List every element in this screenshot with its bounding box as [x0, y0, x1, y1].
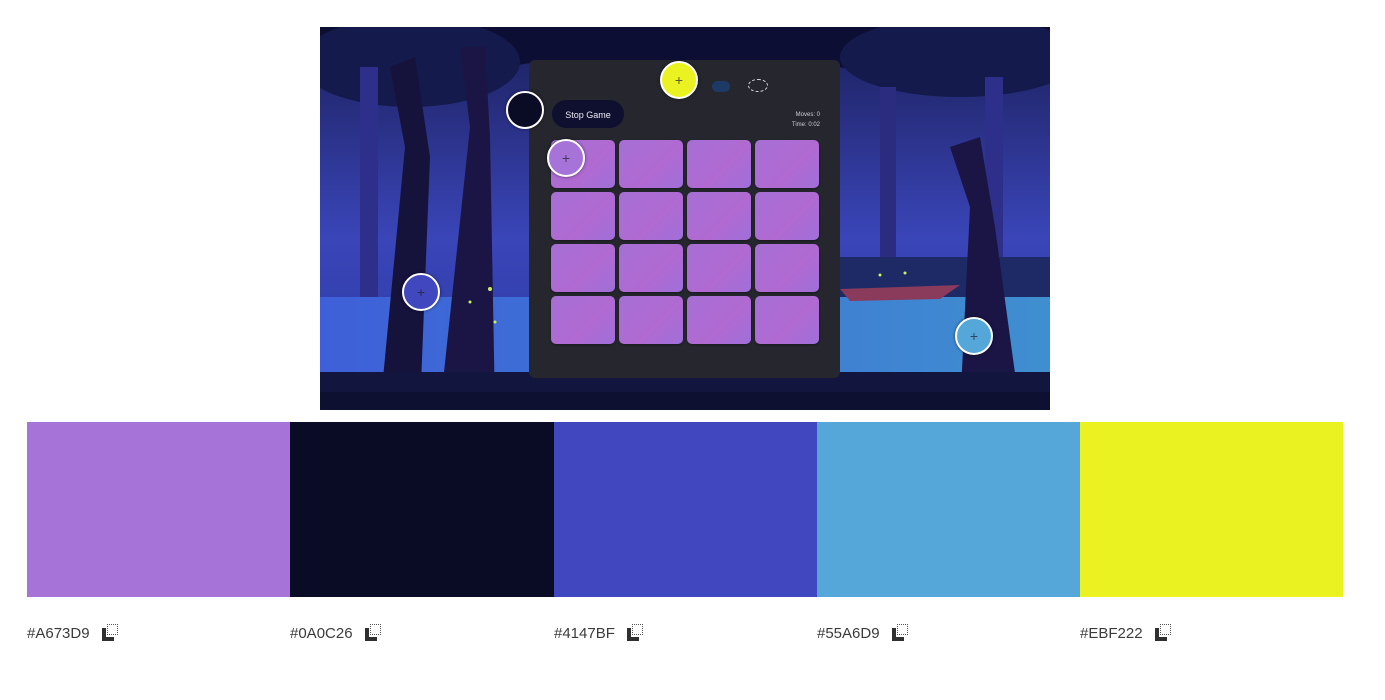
plus-crosshair-icon: + — [561, 150, 571, 166]
memory-card[interactable] — [551, 296, 615, 344]
memory-card[interactable] — [755, 192, 819, 240]
hex-row-4: #55A6D9 — [817, 624, 912, 642]
game-stats: Moves: 0 Time: 0:02 — [792, 110, 820, 130]
sound-toggle-icon[interactable] — [712, 81, 730, 92]
memory-card[interactable] — [551, 192, 615, 240]
color-picker-yellow[interactable]: + — [660, 61, 698, 99]
hex-code: #EBF222 — [1080, 624, 1143, 642]
timer: Time: 0:02 — [791, 122, 820, 128]
memory-card[interactable] — [755, 140, 819, 188]
hex-code: #0A0C26 — [290, 624, 353, 642]
plus-crosshair-icon: + — [674, 72, 684, 88]
hex-code: #4147BF — [554, 624, 615, 642]
color-picker-navy[interactable] — [506, 91, 544, 129]
memory-card[interactable] — [619, 296, 683, 344]
hex-row-5: #EBF222 — [1080, 624, 1175, 642]
color-picker-blue[interactable]: + — [402, 273, 440, 311]
copy-icon[interactable] — [101, 624, 122, 642]
copy-icon[interactable] — [1154, 624, 1175, 642]
plus-crosshair-icon: + — [969, 328, 979, 344]
copy-icon[interactable] — [626, 624, 647, 642]
hex-row-3: #4147BF — [554, 624, 647, 642]
stop-game-button[interactable]: Stop Game — [552, 100, 624, 128]
card-grid — [551, 140, 819, 346]
swatch-3[interactable] — [554, 422, 817, 597]
hex-code: #A673D9 — [27, 624, 90, 642]
memory-game-panel: Stop Game Moves: 0 Time: 0:02 — [529, 60, 840, 378]
memory-card[interactable] — [619, 192, 683, 240]
hex-row-1: #A673D9 — [27, 624, 122, 642]
color-picker-light-blue[interactable]: + — [955, 317, 993, 355]
swatch-1[interactable] — [27, 422, 290, 597]
swatch-5[interactable] — [1080, 422, 1343, 597]
memory-card[interactable] — [687, 192, 751, 240]
plus-crosshair-icon: + — [416, 284, 426, 300]
swatch-4[interactable] — [817, 422, 1080, 597]
memory-card[interactable] — [755, 296, 819, 344]
memory-card[interactable] — [551, 244, 615, 292]
swatch-2[interactable] — [290, 422, 554, 597]
hex-row-2: #0A0C26 — [290, 624, 385, 642]
copy-icon[interactable] — [364, 624, 385, 642]
color-picker-purple[interactable]: + — [547, 139, 585, 177]
copy-icon[interactable] — [891, 624, 912, 642]
moves-counter: Moves: 0 — [795, 112, 820, 118]
memory-card[interactable] — [619, 140, 683, 188]
loading-spinner-icon — [748, 79, 768, 92]
memory-card[interactable] — [687, 140, 751, 188]
memory-card[interactable] — [687, 244, 751, 292]
memory-card[interactable] — [619, 244, 683, 292]
plus-crosshair-icon — [508, 93, 542, 127]
memory-card[interactable] — [755, 244, 819, 292]
hex-code: #55A6D9 — [817, 624, 880, 642]
memory-card[interactable] — [687, 296, 751, 344]
